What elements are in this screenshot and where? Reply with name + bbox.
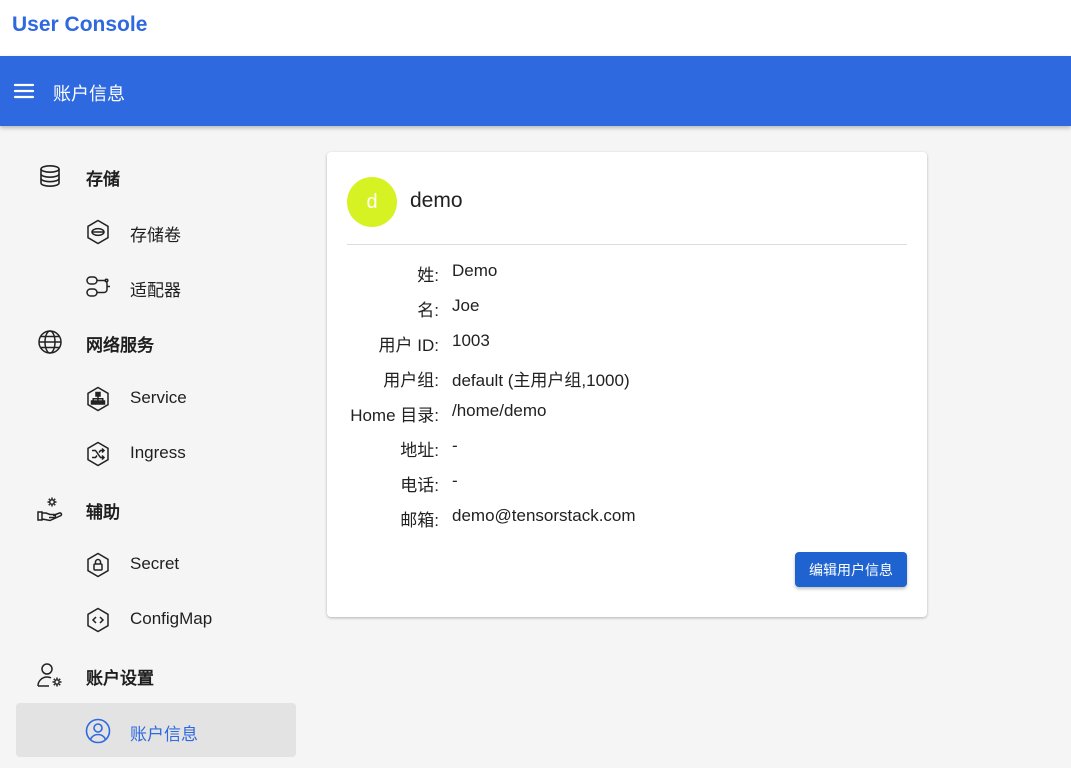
sidebar-item-secret[interactable]: Secret: [16, 537, 296, 591]
username: demo: [410, 189, 463, 212]
service-icon: [84, 385, 112, 413]
info-row-last-name: 姓: Demo: [327, 261, 927, 285]
info-row-phone: 电话: -: [327, 471, 927, 495]
info-row-home-dir: Home 目录: /home/demo: [327, 401, 927, 425]
sidebar-item-account-info[interactable]: 账户信息: [16, 703, 296, 757]
sidebar-group-label: 账户设置: [86, 669, 154, 688]
sidebar-item-adapters[interactable]: 适配器: [16, 259, 296, 313]
sidebar-item-label: Ingress: [130, 443, 186, 462]
avatar: d: [347, 177, 397, 227]
database-icon: [36, 162, 64, 190]
info-row-address: 地址: -: [327, 436, 927, 460]
info-key: 电话:: [400, 476, 439, 495]
sidebar-item-label: 适配器: [130, 281, 181, 300]
top-header: User Console: [0, 0, 1071, 56]
sidebar-group-account[interactable]: 账户设置: [16, 648, 296, 702]
info-value: -: [452, 436, 458, 455]
adapter-icon: [84, 273, 112, 301]
info-value: -: [452, 471, 458, 490]
user-gear-icon: [36, 661, 64, 689]
volume-icon: [84, 218, 112, 246]
app-title: User Console: [12, 13, 148, 36]
divider: [347, 244, 907, 245]
info-value: /home/demo: [452, 401, 547, 420]
sidebar-item-ingress[interactable]: Ingress: [16, 426, 296, 480]
configmap-icon: [84, 606, 112, 634]
menu-icon[interactable]: [12, 79, 36, 103]
info-key: 邮箱:: [400, 511, 439, 530]
sidebar-item-volumes[interactable]: 存储卷: [16, 204, 296, 258]
edit-user-info-button[interactable]: 编辑用户信息: [795, 552, 907, 587]
info-row-email: 邮箱: demo@tensorstack.com: [327, 506, 927, 530]
page-title: 账户信息: [53, 84, 125, 104]
globe-icon: [36, 328, 64, 356]
sidebar: 存储 存储卷 适配器 网络服务 Service Ingress 辅助 Secre…: [0, 126, 312, 768]
profile-card: d demo 姓: Demo 名: Joe 用户 ID: 1003 用户组: d…: [327, 152, 927, 617]
sidebar-group-label: 网络服务: [86, 336, 154, 355]
secret-icon: [84, 551, 112, 579]
sidebar-item-service[interactable]: Service: [16, 371, 296, 425]
sidebar-group-aux[interactable]: 辅助: [16, 482, 296, 536]
info-row-first-name: 名: Joe: [327, 296, 927, 320]
info-key: 名:: [417, 301, 439, 320]
sidebar-item-label: ConfigMap: [130, 609, 213, 628]
sidebar-group-label: 存储: [86, 170, 120, 189]
sidebar-item-label: Secret: [130, 554, 180, 573]
sidebar-group-label: 辅助: [86, 503, 120, 522]
hand-gear-icon: [36, 495, 64, 523]
info-row-group: 用户组: default (主用户组,1000): [327, 366, 927, 390]
info-key: 用户组:: [383, 371, 439, 390]
info-key: 姓:: [417, 266, 439, 285]
info-key: 用户 ID:: [378, 336, 439, 355]
account-circle-icon: [84, 717, 112, 745]
info-value: 1003: [452, 331, 490, 350]
info-value: Demo: [452, 261, 498, 280]
sidebar-item-configmap[interactable]: ConfigMap: [16, 592, 296, 646]
info-value: default (主用户组,1000): [452, 371, 630, 390]
info-key: Home 目录:: [350, 406, 439, 425]
info-value: demo@tensorstack.com: [452, 506, 636, 525]
sidebar-item-label: 账户信息: [130, 725, 198, 744]
info-key: 地址:: [400, 441, 439, 460]
sidebar-group-network[interactable]: 网络服务: [16, 315, 296, 369]
ingress-icon: [84, 440, 112, 468]
sidebar-group-storage[interactable]: 存储: [16, 149, 296, 203]
info-row-user-id: 用户 ID: 1003: [327, 331, 927, 355]
info-value: Joe: [452, 296, 480, 315]
sidebar-item-label: 存储卷: [130, 226, 181, 245]
sidebar-item-label: Service: [130, 388, 187, 407]
app-bar: 账户信息: [0, 56, 1071, 126]
